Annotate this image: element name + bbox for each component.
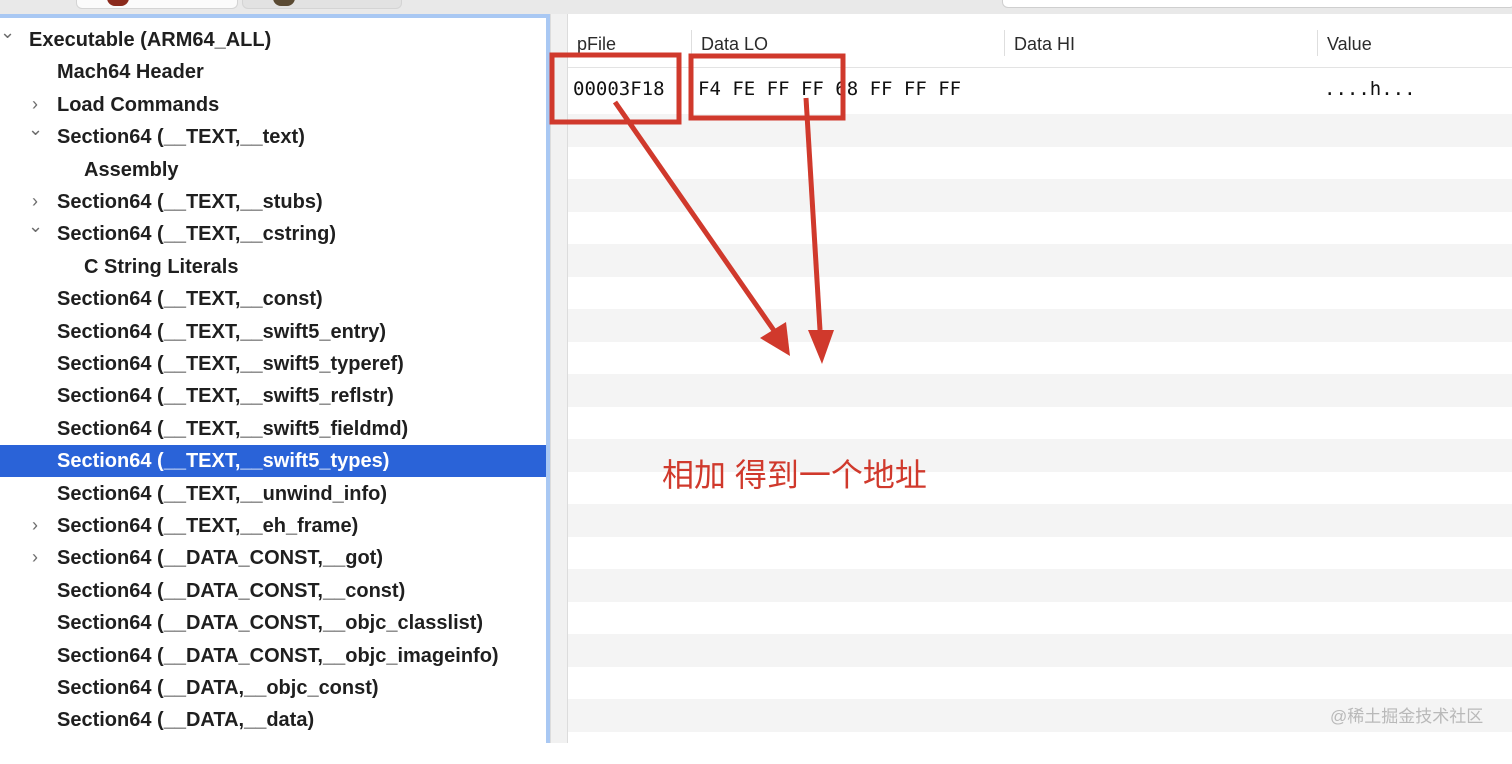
arrow-line-right <box>806 98 820 330</box>
arrow-head-left <box>760 322 790 356</box>
arrow-head-right <box>808 330 834 364</box>
highlight-box-pfile <box>552 55 679 122</box>
annotation-overlay <box>0 0 1512 743</box>
annotation-text: 相加 得到一个地址 <box>662 450 927 496</box>
watermark: @稀土掘金技术社区 <box>1330 702 1483 727</box>
highlight-box-data <box>691 56 843 118</box>
arrow-line-left <box>615 102 775 332</box>
